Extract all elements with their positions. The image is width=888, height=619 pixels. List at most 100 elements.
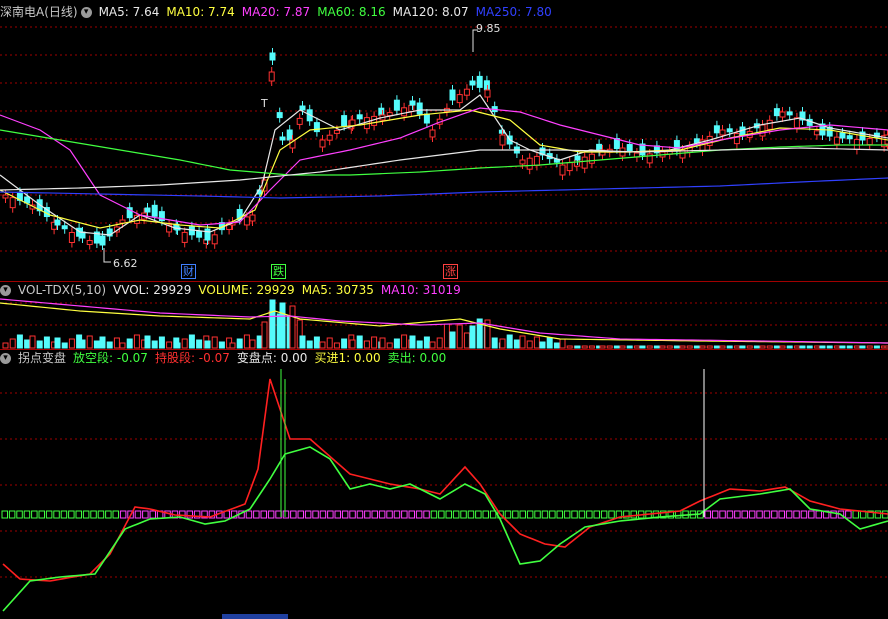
candle-body [483, 80, 490, 91]
signal-box [756, 510, 763, 519]
candle-body [713, 125, 720, 134]
volume-bar [581, 345, 588, 349]
main-legend-item-1: MA5: 7.64 [98, 5, 160, 19]
volume-bar [119, 342, 126, 349]
signal-box [31, 510, 38, 519]
ind-legend-item-3: 变盘点: 0.00 [236, 351, 308, 365]
volume-bar [866, 345, 873, 349]
volume-bar [733, 345, 740, 349]
signal-box [711, 510, 719, 519]
signal-box [327, 510, 334, 519]
settings-icon[interactable]: ▾ [80, 7, 92, 18]
volume-bar [619, 345, 626, 349]
signal-box [793, 510, 800, 519]
signal-box [445, 510, 452, 519]
vol-legend-item-3: MA5: 30735 [301, 283, 374, 297]
candle-body [409, 100, 416, 106]
indicator-panel[interactable] [0, 349, 888, 619]
candle-body [151, 204, 158, 217]
signal-box [408, 510, 415, 519]
signal-box [571, 510, 578, 519]
candle-body [766, 119, 773, 130]
event-marker-fall[interactable]: 跌 [271, 264, 286, 279]
volume-bar [766, 345, 773, 349]
signal-box [253, 510, 260, 519]
volume-bar [606, 345, 613, 349]
volume-bar [773, 345, 780, 349]
volume-bar [236, 338, 243, 349]
volume-bar [24, 339, 31, 349]
candle-body [279, 136, 286, 141]
signal-box [290, 510, 297, 519]
candle-body [86, 240, 93, 246]
candle-body [249, 214, 256, 222]
volume-bar [93, 340, 100, 349]
signal-box [60, 510, 68, 519]
volume-bar [423, 336, 430, 349]
main-legend-item-3: MA20: 7.87 [241, 5, 311, 19]
candle-body [846, 135, 853, 140]
signal-box [45, 510, 53, 519]
volume-bar [144, 335, 151, 349]
signal-box [134, 510, 142, 519]
signal-box [75, 510, 82, 519]
volume-bar [279, 302, 286, 349]
volume-bar [211, 336, 218, 349]
candle-body [693, 138, 700, 144]
signal-box [785, 510, 793, 519]
candle-body [61, 225, 68, 230]
candle-body [581, 156, 588, 169]
volume-bar [463, 332, 470, 349]
main-legend-item-6: MA250: 7.80 [475, 5, 552, 19]
volume-bar [553, 342, 560, 349]
volume-bar [539, 341, 546, 349]
volume-bar [61, 342, 68, 349]
signal-box [149, 510, 156, 519]
settings-icon[interactable]: ▾ [0, 353, 11, 364]
signal-box [68, 510, 75, 519]
signal-box [267, 510, 275, 519]
signal-box [815, 510, 822, 519]
signal-box [282, 510, 290, 519]
volume-bar [313, 336, 320, 349]
volume-bar [806, 345, 813, 349]
signal-box [563, 510, 571, 519]
candle-body [188, 226, 195, 236]
candle-body [269, 52, 276, 61]
candle-body [286, 129, 293, 141]
candle-body [469, 80, 476, 86]
candlestick-panel[interactable] [0, 0, 888, 282]
volume-bar [416, 340, 423, 349]
candle-body [476, 75, 483, 88]
candle-body [566, 162, 573, 172]
candle-body [456, 94, 463, 104]
volume-bar [393, 338, 400, 349]
signal-box [460, 510, 467, 519]
volume-bar [243, 334, 250, 349]
stock-chart-window: 深南电A(日线) ▾ MA5: 7.64 MA10: 7.74 MA20: 7.87 MA… [0, 0, 888, 619]
ma5-line [0, 94, 888, 236]
candle-body [356, 114, 363, 120]
volume-legend: ▾ VOL-TDX(5,10) VVOL: 29929 VOLUME: 29929 MA… [0, 281, 468, 299]
volume-bar [326, 337, 333, 349]
candle-body [574, 155, 581, 161]
signal-box [260, 510, 267, 519]
volume-bar [519, 335, 526, 349]
candle-body [526, 157, 533, 170]
signal-box [845, 510, 852, 519]
volume-bar [786, 345, 793, 349]
signal-box [763, 510, 771, 519]
candle-body [719, 129, 726, 136]
volume-bar [533, 336, 540, 349]
settings-icon[interactable]: ▾ [0, 285, 11, 296]
event-marker-rise[interactable]: 涨 [443, 264, 458, 279]
horizontal-scrollbar-thumb[interactable] [222, 614, 288, 619]
signal-box [105, 510, 112, 519]
candle-body [416, 102, 423, 115]
signal-box [600, 510, 608, 519]
event-marker-finance[interactable]: 财 [181, 264, 196, 279]
candle-body [573, 159, 580, 167]
t-mark: T [261, 97, 268, 110]
candle-body [181, 231, 188, 243]
signal-box [53, 510, 60, 519]
